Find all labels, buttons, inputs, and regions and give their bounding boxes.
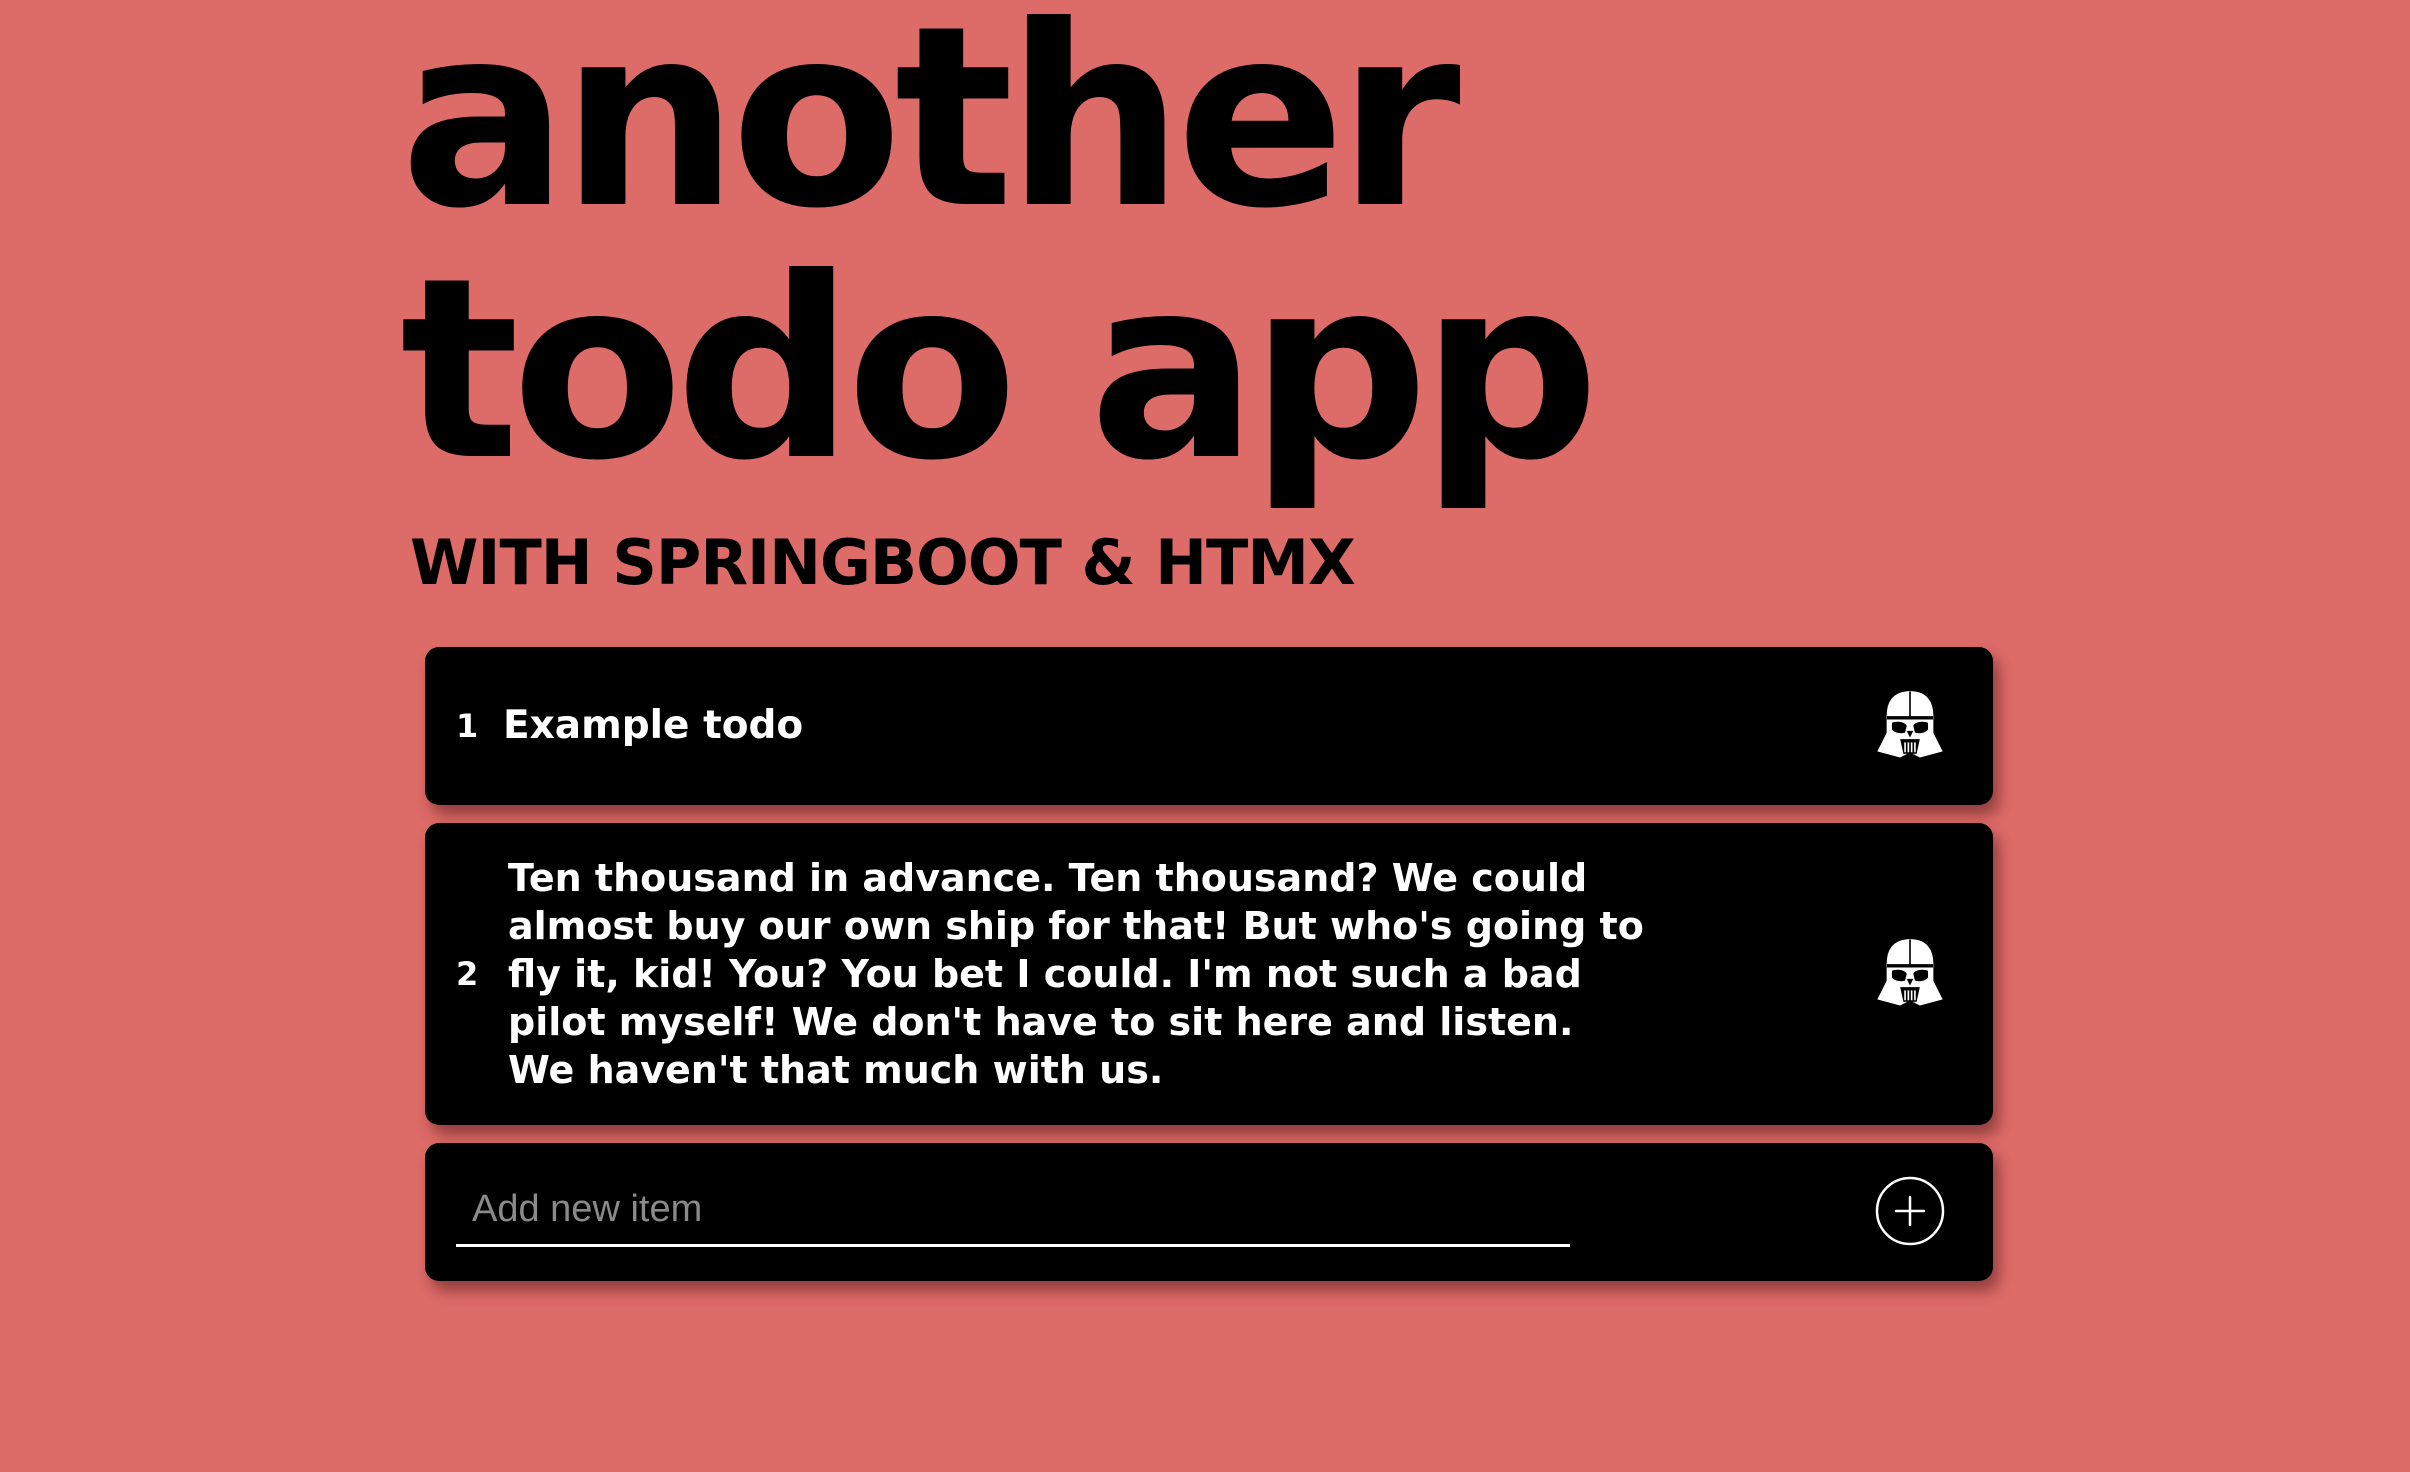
darth-vader-helmet-icon xyxy=(1873,688,1947,761)
page-subtitle: WITH SPRINGBOOT & HTMX xyxy=(410,526,1356,599)
page-title-line-2: todo app xyxy=(400,224,1600,515)
todo-text: Example todo xyxy=(503,703,804,748)
darth-vader-helmet-icon xyxy=(1873,936,1947,1009)
todo-index: 2 xyxy=(456,955,479,993)
todo-item: 2 Ten thousand in advance. Ten thousand?… xyxy=(425,823,1993,1125)
todo-item: 1 Example todo xyxy=(425,647,1993,805)
add-item-form xyxy=(425,1143,1993,1281)
todo-text: Ten thousand in advance. Ten thousand? W… xyxy=(508,856,1644,1092)
page: another todo app WITH SPRINGBOOT & HTMX … xyxy=(0,0,2410,1472)
add-item-input[interactable] xyxy=(456,1175,1570,1247)
plus-circle-icon xyxy=(1875,1176,1945,1246)
page-title-line-1: another xyxy=(400,0,1461,263)
delete-todo-button[interactable] xyxy=(1869,685,1951,767)
todo-index: 1 xyxy=(456,707,479,745)
page-title: another todo app xyxy=(400,0,1600,515)
delete-todo-button[interactable] xyxy=(1869,933,1951,1015)
add-item-button[interactable] xyxy=(1875,1176,1945,1246)
